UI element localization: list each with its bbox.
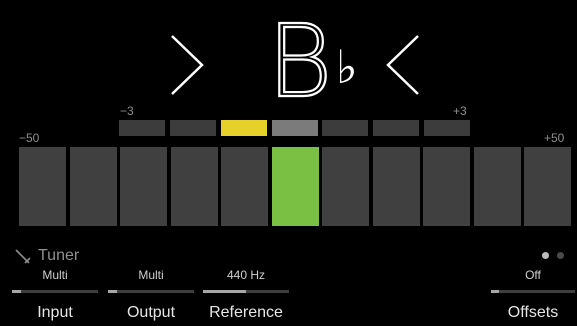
reference-label: Reference	[209, 304, 283, 321]
output-value: Multi	[138, 268, 164, 282]
offsets-knob-fill	[491, 290, 500, 293]
coarse-scale-max-label: +50	[544, 131, 565, 145]
coarse-bar	[524, 147, 571, 226]
page-indicator-dot[interactable]	[557, 252, 564, 259]
coarse-bar	[120, 147, 167, 226]
fine-segment	[373, 120, 419, 136]
fine-segment	[424, 120, 470, 136]
coarse-bar	[474, 147, 521, 226]
coarse-bar	[272, 147, 319, 226]
fine-segment	[221, 120, 267, 136]
note-display: B ♭	[171, 8, 419, 108]
flat-indicator-arrow-left	[171, 35, 204, 95]
offsets-label: Offsets	[507, 304, 559, 321]
coarse-bar	[171, 147, 218, 226]
output-knob-track[interactable]	[108, 290, 194, 293]
offsets-knob-track[interactable]	[491, 290, 575, 293]
page-indicator-dot[interactable]	[542, 252, 549, 259]
coarse-bar	[19, 147, 66, 226]
reference-knob-track[interactable]	[203, 290, 289, 293]
reference-knob-fill	[203, 290, 246, 293]
input-value: Multi	[42, 268, 68, 282]
coarse-bar	[221, 147, 268, 226]
reference-param[interactable]: 440 Hz Reference	[203, 268, 289, 326]
reference-value: 440 Hz	[226, 268, 266, 282]
page-title: Tuner	[38, 247, 80, 264]
output-param[interactable]: Multi Output	[108, 268, 194, 326]
coarse-bar	[70, 147, 117, 226]
tuning-fork-icon	[15, 249, 31, 264]
coarse-bar	[373, 147, 420, 226]
fine-segment	[322, 120, 368, 136]
fine-scale-min-label: −3	[120, 104, 134, 118]
input-param[interactable]: Multi Input	[12, 268, 98, 326]
output-knob-fill	[108, 290, 117, 293]
input-label: Input	[37, 304, 73, 321]
offsets-value: Off	[525, 268, 541, 282]
input-knob-track[interactable]	[12, 290, 98, 293]
note-accidental: ♭	[336, 40, 358, 94]
fine-segment	[170, 120, 216, 136]
coarse-bar	[423, 147, 470, 226]
coarse-scale-min-label: −50	[19, 131, 40, 145]
note-letter: B	[267, 8, 332, 108]
sharp-indicator-arrow-right	[386, 35, 419, 95]
output-label: Output	[126, 304, 176, 321]
fine-scale-max-label: +3	[453, 104, 467, 118]
offsets-param[interactable]: Off Offsets	[491, 268, 575, 326]
coarse-bar	[322, 147, 369, 226]
input-knob-fill	[12, 290, 21, 293]
fine-segment	[119, 120, 165, 136]
fine-segment	[272, 120, 318, 136]
